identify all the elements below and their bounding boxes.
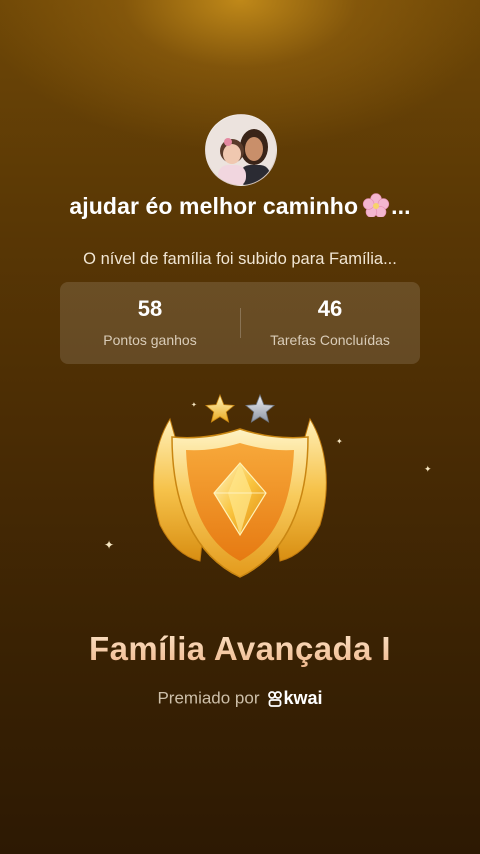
tasks-value: 46 [317, 296, 343, 321]
kwai-logo: kwai [267, 688, 323, 709]
level-up-message: O nível de família foi subido para Famíl… [83, 250, 397, 268]
username-text: ajudar éo melhor caminho [69, 193, 359, 219]
earned-star-icon [204, 393, 236, 423]
avatar-photo [206, 115, 276, 185]
awarded-by: Premiado por kwai [0, 688, 480, 712]
stat-points: 58 Pontos ganhos [60, 282, 240, 364]
awarded-by-label: Premiado por [157, 688, 260, 708]
stat-tasks: 46 Tarefas Concluídas [240, 282, 420, 364]
stats-panel: 58 Pontos ganhos 46 Tarefas Concluídas [60, 282, 420, 364]
sparkle-icon: ✦ [104, 538, 115, 552]
unearned-star-icon [244, 393, 276, 423]
username: ajudar éo melhor caminho ... [0, 193, 480, 220]
kwai-logo-text: kwai [283, 688, 323, 708]
user-avatar[interactable] [205, 114, 277, 186]
sparkle-icon: ✦ [424, 464, 432, 474]
username-ellipsis: ... [391, 193, 411, 219]
kwai-logo-icon [267, 690, 282, 707]
cherry-blossom-icon [362, 193, 390, 218]
family-level-badge [140, 385, 340, 595]
points-value: 58 [137, 296, 163, 321]
tasks-label: Tarefas Concluídas [270, 332, 390, 348]
family-level-title: Família Avançada I [0, 630, 480, 668]
points-label: Pontos ganhos [103, 332, 197, 348]
